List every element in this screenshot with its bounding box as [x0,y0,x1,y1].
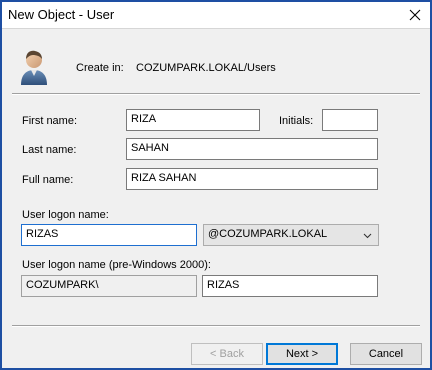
pre2000-label: User logon name (pre-Windows 2000): [22,259,211,271]
full-name-label: Full name: [22,174,74,186]
domain-suffix-dropdown[interactable]: @COZUMPARK.LOKAL [203,224,379,246]
new-object-user-dialog: New Object - User Create in: COZUMPARK.L… [0,0,432,370]
logon-name-field[interactable]: RIZAS [21,224,197,246]
chevron-down-icon [363,233,372,239]
last-name-field[interactable]: SAHAN [126,138,378,160]
create-in-path: COZUMPARK.LOKAL/Users [136,62,276,74]
initials-label: Initials: [279,115,314,127]
domain-suffix-value: @COZUMPARK.LOKAL [208,228,328,240]
next-button[interactable]: Next > [266,343,338,365]
first-name-label: First name: [22,115,78,127]
full-name-field[interactable]: RIZA SAHAN [126,168,378,190]
separator [12,93,420,95]
close-icon [409,9,421,21]
create-in-label: Create in: [76,62,124,74]
first-name-field[interactable]: RIZA [126,109,260,131]
logon-name-label: User logon name: [22,209,109,221]
close-button[interactable] [400,2,430,28]
title-bar: New Object - User [2,2,430,29]
pre2000-domain-field: COZUMPARK\ [21,275,197,297]
back-button[interactable]: < Back [191,343,263,365]
last-name-label: Last name: [22,144,77,156]
dialog-content: Create in: COZUMPARK.LOKAL/Users First n… [2,29,430,368]
window-title: New Object - User [8,7,115,22]
separator [12,325,420,327]
cancel-button[interactable]: Cancel [350,343,422,365]
user-icon [21,50,47,85]
initials-field[interactable] [322,109,378,131]
pre2000-name-field[interactable]: RIZAS [202,275,378,297]
